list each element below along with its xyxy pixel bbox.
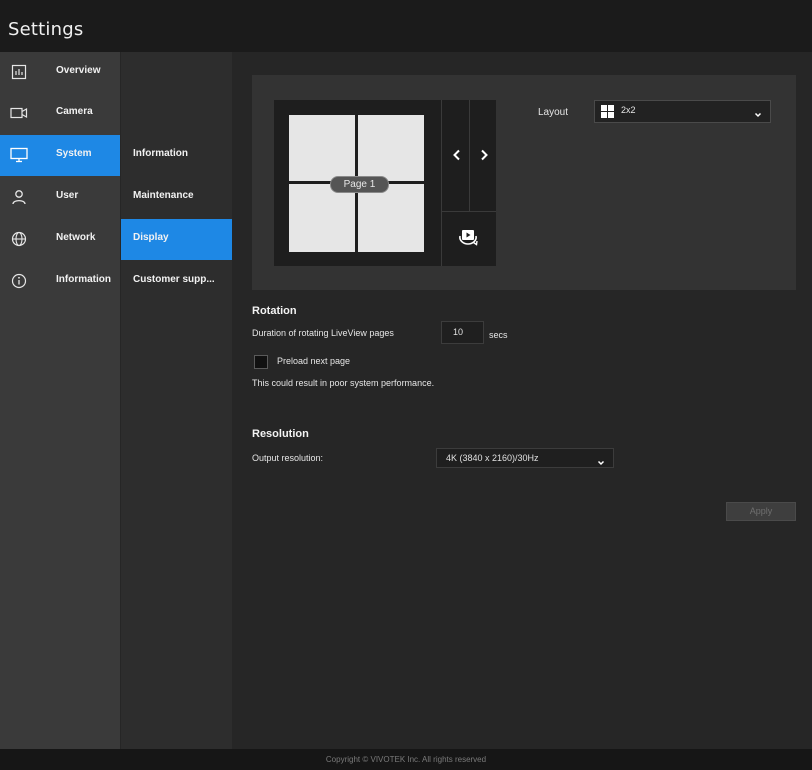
rotate-play-icon: [457, 227, 479, 252]
overview-icon: [9, 62, 29, 82]
sidebar-item-system[interactable]: System: [0, 135, 120, 176]
sidebar-item-network[interactable]: Network: [0, 219, 120, 260]
sidebar-item-label: Camera: [56, 106, 93, 117]
subnav-item-label: Information: [133, 148, 188, 159]
monitor-icon: [9, 145, 29, 165]
subnav-item-information[interactable]: Information: [121, 135, 233, 176]
grid-2x2-icon: [601, 105, 614, 118]
sidebar-item-camera[interactable]: Camera: [0, 93, 120, 134]
rotation-section-title: Rotation: [252, 305, 297, 317]
display-settings-panel: Page 1 Layout 2x2 Rotation Duration of r…: [232, 52, 812, 749]
chevron-right-icon: [479, 148, 489, 166]
sidebar-item-information[interactable]: Information: [0, 261, 120, 302]
performance-warning: This could result in poor system perform…: [252, 378, 435, 388]
sidebar-item-label: User: [56, 190, 79, 201]
divider: [441, 100, 442, 266]
divider: [442, 211, 496, 212]
preview-pane[interactable]: [289, 184, 355, 252]
preload-checkbox[interactable]: [254, 355, 268, 369]
preload-label: Preload next page: [277, 356, 351, 366]
info-icon: [9, 271, 29, 291]
page-indicator: Page 1: [330, 176, 389, 193]
subnav-item-label: Maintenance: [133, 190, 194, 201]
sidebar-item-label: Network: [56, 232, 96, 243]
chevron-down-icon: [597, 454, 605, 472]
layout-label: Layout: [538, 107, 569, 118]
sidebar-item-overview[interactable]: Overview: [0, 52, 120, 93]
output-resolution-dropdown[interactable]: 4K (3840 x 2160)/30Hz: [436, 448, 614, 468]
resolution-section-title: Resolution: [252, 428, 309, 440]
title-bar: Settings: [0, 0, 812, 53]
layout-value: 2x2: [621, 105, 636, 115]
subnav-item-customer-support[interactable]: Customer supp...: [121, 261, 233, 302]
duration-unit: secs: [489, 330, 508, 340]
sidebar: Overview Camera System User Network Info…: [0, 52, 120, 749]
window-title: Settings: [8, 19, 84, 40]
output-resolution-label: Output resolution:: [252, 453, 324, 463]
camera-icon: [9, 103, 29, 123]
preview-pane[interactable]: [289, 115, 355, 181]
user-icon: [9, 187, 29, 207]
sidebar-item-label: Overview: [56, 65, 101, 76]
chevron-left-icon: [452, 148, 462, 166]
subnav-item-maintenance[interactable]: Maintenance: [121, 177, 233, 218]
previous-page-button[interactable]: [444, 144, 470, 170]
sidebar-item-label: Information: [56, 274, 111, 285]
subnav-item-label: Display: [133, 232, 169, 243]
layout-preview-panel: Page 1 Layout 2x2: [252, 75, 796, 290]
sidebar-item-label: System: [56, 148, 92, 159]
sidebar-item-user[interactable]: User: [0, 177, 120, 218]
output-resolution-value: 4K (3840 x 2160)/30Hz: [446, 453, 539, 463]
layout-dropdown[interactable]: 2x2: [594, 100, 771, 123]
next-page-button[interactable]: [471, 144, 497, 170]
subnav-item-label: Customer supp...: [133, 274, 215, 285]
footer: Copyright © VIVOTEK Inc. All rights rese…: [0, 749, 812, 769]
subnav-item-display[interactable]: Display: [121, 219, 233, 260]
apply-button[interactable]: Apply: [726, 502, 796, 521]
preview-pane[interactable]: [358, 115, 424, 181]
settings-window: Settings Overview Camera System User Net…: [0, 0, 812, 769]
preview-pane[interactable]: [358, 184, 424, 252]
rotate-pages-button[interactable]: [453, 226, 483, 252]
duration-input[interactable]: 10: [441, 321, 484, 344]
copyright-text: Copyright © VIVOTEK Inc. All rights rese…: [325, 755, 487, 764]
duration-label: Duration of rotating LiveView pages: [252, 328, 394, 338]
globe-icon: [9, 229, 29, 249]
subnav: Information Maintenance Display Customer…: [120, 52, 233, 749]
chevron-down-icon: [754, 106, 762, 124]
liveview-preview: Page 1: [274, 100, 496, 266]
